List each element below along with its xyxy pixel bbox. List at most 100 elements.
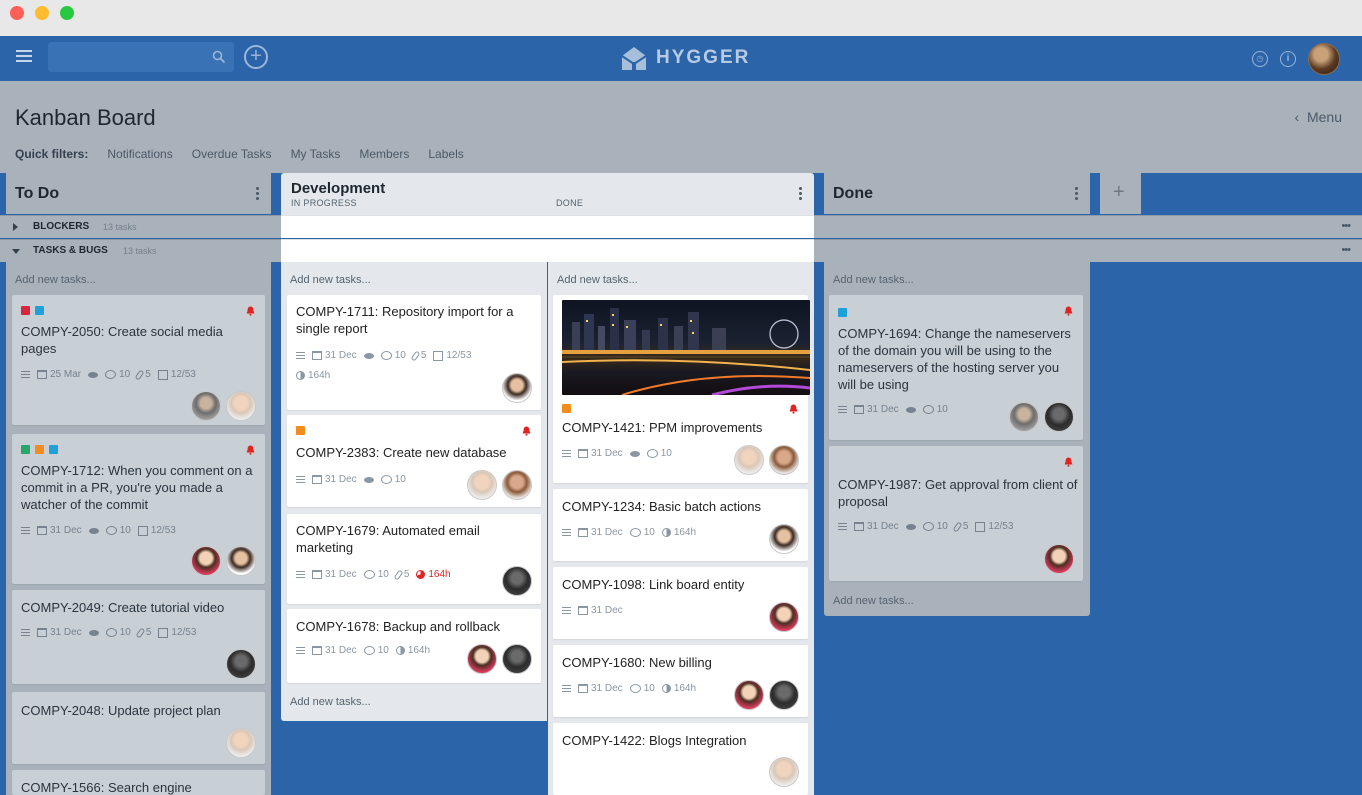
task-card[interactable]: COMPY-1234: Basic batch actions 31 Dec 1… bbox=[553, 489, 808, 561]
avatar[interactable] bbox=[769, 680, 799, 710]
due-date: 31 Dec bbox=[591, 448, 623, 459]
avatar[interactable] bbox=[467, 644, 497, 674]
task-card[interactable]: COMPY-2050: Create social media pages 25… bbox=[12, 295, 265, 425]
task-card[interactable]: COMPY-1694: Change the nameservers of th… bbox=[829, 295, 1083, 440]
card-title: COMPY-1098: Link board entity bbox=[562, 577, 745, 592]
avatar[interactable] bbox=[226, 391, 256, 421]
add-new-tasks-link[interactable]: Add new tasks... bbox=[833, 595, 914, 607]
clock-icon[interactable]: ◷ bbox=[1252, 51, 1268, 67]
description-icon bbox=[562, 683, 571, 694]
close-window-button[interactable] bbox=[10, 6, 24, 20]
user-avatar[interactable] bbox=[1308, 43, 1340, 75]
avatar[interactable] bbox=[734, 680, 764, 710]
kebab-menu-icon[interactable] bbox=[1075, 187, 1078, 202]
avatar[interactable] bbox=[1009, 402, 1039, 432]
avatar[interactable] bbox=[502, 644, 532, 674]
comment-count: 10 bbox=[936, 404, 948, 415]
card-meta: 31 Dec 10 5 12/53 bbox=[21, 626, 196, 639]
filter-overdue-tasks[interactable]: Overdue Tasks bbox=[192, 147, 272, 161]
minimize-window-button[interactable] bbox=[35, 6, 49, 20]
avatar[interactable] bbox=[769, 602, 799, 632]
task-card[interactable]: COMPY-2383: Create new database 31 Dec 1… bbox=[287, 415, 541, 507]
task-card[interactable]: COMPY-1098: Link board entity 31 Dec bbox=[553, 567, 808, 639]
card-assignees bbox=[226, 649, 256, 679]
task-card[interactable]: COMPY-1711: Repository import for a sing… bbox=[287, 295, 541, 410]
card-labels bbox=[296, 426, 305, 435]
filter-my-tasks[interactable]: My Tasks bbox=[291, 147, 341, 161]
hamburger-menu-icon[interactable] bbox=[16, 50, 32, 64]
add-column-button[interactable]: + bbox=[1100, 173, 1141, 214]
due-date: 31 Dec bbox=[325, 569, 357, 580]
avatar[interactable] bbox=[502, 470, 532, 500]
hygger-logo[interactable]: HYGGER bbox=[620, 42, 750, 74]
calendar-icon bbox=[578, 528, 588, 537]
avatar[interactable] bbox=[1044, 544, 1074, 574]
eye-icon bbox=[905, 406, 916, 413]
task-card[interactable]: COMPY-2048: Update project plan bbox=[12, 692, 265, 764]
task-card[interactable]: COMPY-1679: Automated email marketing 31… bbox=[287, 514, 541, 604]
avatar[interactable] bbox=[191, 546, 221, 576]
attachment-count: 5 bbox=[145, 627, 152, 638]
comment-count: 10 bbox=[377, 645, 389, 656]
add-new-tasks-link[interactable]: Add new tasks... bbox=[557, 274, 638, 286]
avatar[interactable] bbox=[769, 757, 799, 787]
kebab-menu-icon[interactable] bbox=[256, 187, 259, 202]
task-card[interactable]: COMPY-1987: Get approval from client of … bbox=[829, 446, 1083, 581]
task-card[interactable]: COMPY-1678: Backup and rollback 31 Dec 1… bbox=[287, 609, 541, 683]
caret-down-icon[interactable] bbox=[12, 249, 20, 254]
avatar[interactable] bbox=[226, 546, 256, 576]
due-date: 31 Dec bbox=[325, 474, 357, 485]
maximize-window-button[interactable] bbox=[60, 6, 74, 20]
avatar[interactable] bbox=[769, 445, 799, 475]
info-icon[interactable]: i bbox=[1280, 51, 1296, 67]
search-input[interactable] bbox=[48, 42, 234, 72]
filter-notifications[interactable]: Notifications bbox=[107, 147, 172, 161]
add-new-tasks-link[interactable]: Add new tasks... bbox=[290, 696, 371, 708]
task-card[interactable]: COMPY-1680: New billing 31 Dec 10 164h bbox=[553, 645, 808, 717]
app-bar: + HYGGER ◷ i bbox=[0, 36, 1362, 81]
kebab-menu-icon[interactable] bbox=[799, 187, 802, 202]
avatar[interactable] bbox=[502, 566, 532, 596]
avatar[interactable] bbox=[226, 649, 256, 679]
add-circle-icon[interactable]: + bbox=[244, 45, 268, 69]
more-dots-icon[interactable]: ••• bbox=[1341, 244, 1351, 256]
caret-right-icon[interactable] bbox=[13, 223, 18, 231]
add-new-tasks-link[interactable]: Add new tasks... bbox=[290, 274, 371, 286]
card-labels bbox=[21, 306, 44, 315]
add-new-tasks-link[interactable]: Add new tasks... bbox=[15, 274, 96, 286]
swimlane-count: 13 tasks bbox=[103, 222, 137, 232]
comment-icon bbox=[363, 646, 375, 655]
avatar[interactable] bbox=[191, 391, 221, 421]
task-card[interactable]: COMPY-1422: Blogs Integration bbox=[553, 723, 808, 795]
avatar[interactable] bbox=[502, 373, 532, 403]
add-new-tasks-link[interactable]: Add new tasks... bbox=[833, 274, 914, 286]
filter-labels[interactable]: Labels bbox=[428, 147, 463, 161]
card-meta: 31 Dec 10 bbox=[296, 474, 406, 485]
menu-toggle[interactable]: ‹ Menu bbox=[1295, 109, 1342, 125]
task-card[interactable]: COMPY-1566: Search engine bbox=[12, 770, 265, 795]
card-title: COMPY-1712: When you comment on a commit… bbox=[21, 463, 253, 512]
filter-members[interactable]: Members bbox=[359, 147, 409, 161]
description-icon bbox=[296, 645, 305, 656]
window-titlebar bbox=[0, 0, 1362, 36]
avatar[interactable] bbox=[467, 470, 497, 500]
time-spent: 164h bbox=[673, 683, 697, 694]
avatar[interactable] bbox=[769, 524, 799, 554]
avatar[interactable] bbox=[734, 445, 764, 475]
task-card[interactable]: COMPY-2049: Create tutorial video 31 Dec… bbox=[12, 590, 265, 684]
calendar-icon bbox=[854, 405, 864, 414]
time-spent: 164h bbox=[673, 527, 697, 538]
description-icon bbox=[21, 369, 30, 380]
calendar-icon bbox=[37, 628, 47, 637]
card-title: COMPY-1694: Change the nameservers of th… bbox=[838, 326, 1071, 392]
card-meta: 31 Dec bbox=[562, 605, 623, 616]
due-date: 31 Dec bbox=[591, 683, 623, 694]
avatar[interactable] bbox=[1044, 402, 1074, 432]
subcolumn-done: DONE bbox=[556, 198, 584, 208]
page-title: Kanban Board bbox=[15, 105, 156, 130]
avatar[interactable] bbox=[226, 728, 256, 758]
task-card[interactable]: COMPY-1421: PPM improvements 31 Dec 10 bbox=[553, 295, 810, 483]
more-dots-icon[interactable]: ••• bbox=[1341, 220, 1351, 232]
task-card[interactable]: COMPY-1712: When you comment on a commit… bbox=[12, 434, 265, 584]
time-spent: 164h bbox=[308, 370, 331, 381]
